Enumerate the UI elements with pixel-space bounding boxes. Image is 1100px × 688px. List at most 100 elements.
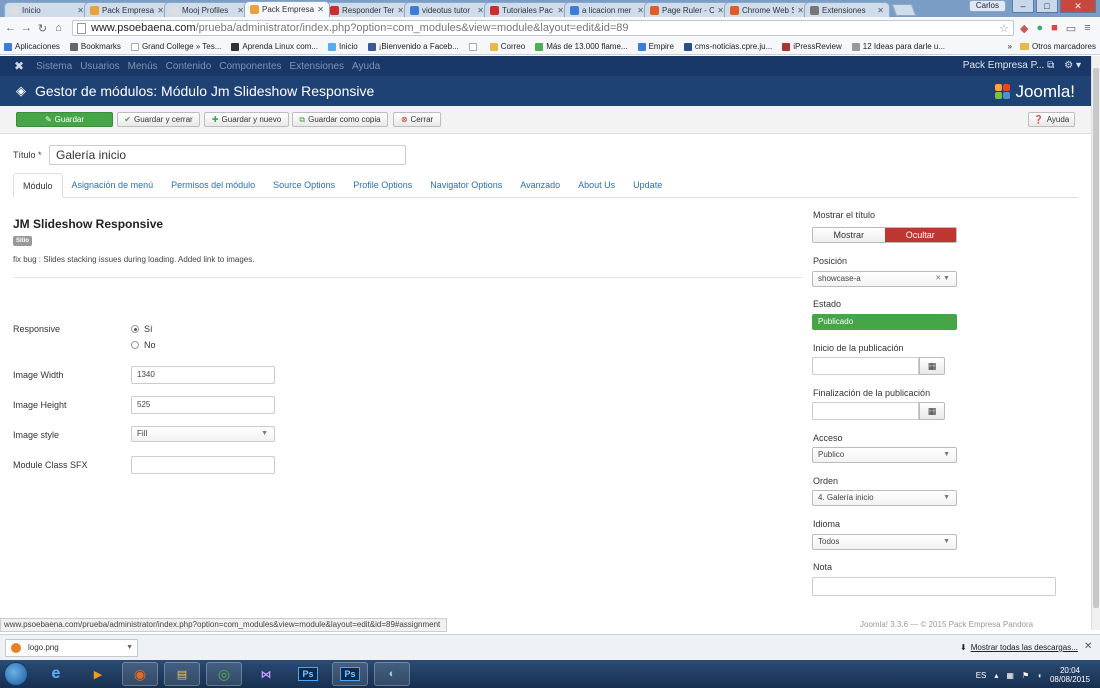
menu-system[interactable]: Sistema xyxy=(36,61,72,72)
minimize-button[interactable]: – xyxy=(1012,0,1034,13)
position-select[interactable]: showcase-a ✕ ▼ xyxy=(812,271,957,287)
browser-tab[interactable]: videotus tutor ✕ xyxy=(404,2,490,17)
home-icon[interactable]: ⌂ xyxy=(52,22,65,34)
bookmark-item[interactable]: Grand College » Tes... xyxy=(130,42,221,51)
close-tab-icon[interactable]: ✕ xyxy=(237,6,244,15)
extension-icon[interactable]: ● xyxy=(1036,22,1043,34)
close-tab-icon[interactable]: ✕ xyxy=(397,6,404,15)
app-icon[interactable]: ⋈ xyxy=(248,662,284,686)
tab-module[interactable]: Módulo xyxy=(13,173,63,198)
browser-tab[interactable]: Inicio ✕ xyxy=(4,2,90,17)
new-tab-button[interactable] xyxy=(891,4,917,16)
bookmark-item[interactable]: ¡Bienvenido a Faceb... xyxy=(367,42,459,51)
publish-down-input[interactable] xyxy=(812,402,919,420)
menu-menus[interactable]: Menús xyxy=(128,61,158,72)
close-tab-icon[interactable]: ✕ xyxy=(157,6,164,15)
bookmark-item[interactable]: iPressReview xyxy=(782,42,842,51)
bookmark-item[interactable]: 12 Ideas para darle u... xyxy=(851,42,945,51)
menu-content[interactable]: Contenido xyxy=(166,61,212,72)
calendar-icon[interactable]: ▦ xyxy=(919,357,945,375)
close-button[interactable]: ⊗ Cerrar xyxy=(393,112,441,127)
close-tab-icon[interactable]: ✕ xyxy=(717,6,724,15)
back-icon[interactable]: ← xyxy=(4,22,17,34)
maximize-button[interactable]: □ xyxy=(1036,0,1058,13)
menu-help[interactable]: Ayuda xyxy=(352,61,380,72)
tab-menu-assignment[interactable]: Asignación de menú xyxy=(63,173,163,198)
media-player-icon[interactable]: ▶ xyxy=(80,662,116,686)
menu-extensions[interactable]: Extensiones xyxy=(290,61,344,72)
close-tab-icon[interactable]: ✕ xyxy=(477,6,484,15)
browser-tab[interactable]: Chrome Web S ✕ xyxy=(724,2,810,17)
image-style-select[interactable]: Fill ▼ xyxy=(131,426,275,442)
scrollbar-thumb[interactable] xyxy=(1093,68,1099,608)
tab-update[interactable]: Update xyxy=(624,173,671,198)
order-select[interactable]: 4. Galería inicio ▼ xyxy=(812,490,957,506)
tab-advanced[interactable]: Avanzado xyxy=(511,173,569,198)
bookmark-item[interactable]: Inicio xyxy=(328,42,358,51)
forward-icon[interactable]: → xyxy=(20,22,33,34)
calendar-icon[interactable]: ▦ xyxy=(919,402,945,420)
save-close-button[interactable]: ✔ Guardar y cerrar xyxy=(117,112,200,127)
show-title-button[interactable]: Mostrar xyxy=(813,228,885,242)
start-button[interactable] xyxy=(4,662,28,686)
bookmark-item[interactable]: Aplicaciones xyxy=(4,42,60,51)
extension-icon[interactable]: ◆ xyxy=(1020,22,1028,35)
access-select[interactable]: Publico ▼ xyxy=(812,447,957,463)
browser-tab[interactable]: Mooj Profiles ✕ xyxy=(164,2,250,17)
responsive-no-radio[interactable]: No xyxy=(131,340,156,350)
address-bar[interactable]: www.psoebaena.com/prueba/administrator/i… xyxy=(72,20,1014,36)
download-item[interactable]: logo.png ▼ xyxy=(5,639,138,657)
close-tab-icon[interactable]: ✕ xyxy=(877,6,884,15)
browser-tab[interactable]: a licacion mer ✕ xyxy=(564,2,650,17)
network-icon[interactable]: ▦ xyxy=(1006,671,1014,680)
bookmark-item[interactable]: Correo xyxy=(489,42,525,51)
title-input[interactable]: Galería inicio xyxy=(49,145,406,165)
tray-up-icon[interactable]: ▴ xyxy=(994,671,998,680)
browser-tab[interactable]: Tutoriales Pac ✕ xyxy=(484,2,570,17)
more-bookmarks-button[interactable]: » xyxy=(1008,42,1012,51)
language-indicator[interactable]: ES xyxy=(976,671,987,680)
save-new-button[interactable]: ✚ Guardar y nuevo xyxy=(204,112,289,127)
browser-tab[interactable]: Pack Empresa ✕ xyxy=(244,1,330,17)
firefox-icon[interactable]: ◉ xyxy=(122,662,158,686)
note-input[interactable] xyxy=(812,577,1056,596)
reload-icon[interactable]: ↻ xyxy=(36,22,49,35)
flag-icon[interactable]: ⚑ xyxy=(1022,671,1029,680)
speaker-icon[interactable]: ◖ xyxy=(1037,671,1042,680)
save-button[interactable]: ✎ Guardar xyxy=(16,112,113,127)
joomla-icon[interactable]: ✖ xyxy=(14,59,24,73)
tab-profile-options[interactable]: Profile Options xyxy=(344,173,421,198)
extension-icon[interactable]: ■ xyxy=(1051,22,1058,34)
menu-users[interactable]: Usuarios xyxy=(80,61,119,72)
photoshop-icon[interactable]: Ps xyxy=(290,662,326,686)
tab-navigator-options[interactable]: Navigator Options xyxy=(421,173,511,198)
tab-source-options[interactable]: Source Options xyxy=(264,173,344,198)
page-scrollbar[interactable] xyxy=(1091,56,1100,630)
clear-chevron-icon[interactable]: ✕ ▼ xyxy=(935,272,950,286)
chevron-down-icon[interactable]: ▼ xyxy=(126,640,133,656)
module-class-sfx-input[interactable] xyxy=(131,456,275,474)
settings-gear-icon[interactable]: ⚙ ▾ xyxy=(1064,60,1081,71)
bookmark-item[interactable] xyxy=(468,42,480,51)
ie-icon[interactable]: e xyxy=(38,662,74,686)
image-height-input[interactable]: 525 xyxy=(131,396,275,414)
chrome-icon[interactable]: ◎ xyxy=(206,662,242,686)
bookmark-item[interactable]: Empire xyxy=(637,42,674,51)
other-bookmarks[interactable]: Otros marcadores xyxy=(1032,42,1096,51)
show-all-downloads-link[interactable]: ⬇ Mostrar todas las descargas... xyxy=(960,643,1078,652)
state-select[interactable]: Publicado xyxy=(812,314,957,330)
close-tab-icon[interactable]: ✕ xyxy=(797,6,804,15)
close-tab-icon[interactable]: ✕ xyxy=(557,6,564,15)
browser-tab[interactable]: Pack Empresa ✕ xyxy=(84,2,170,17)
bookmark-item[interactable]: Bookmarks xyxy=(69,42,121,51)
bookmark-item[interactable]: Aprenda Linux com... xyxy=(231,42,318,51)
hide-title-button[interactable]: Ocultar xyxy=(884,228,956,242)
clock[interactable]: 20:04 08/08/2015 xyxy=(1050,666,1090,684)
menu-icon[interactable]: ≡ xyxy=(1084,22,1090,34)
site-link[interactable]: Pack Empresa P... ⧉ xyxy=(963,60,1054,71)
explorer-icon[interactable]: ▤ xyxy=(164,662,200,686)
responsive-yes-radio[interactable]: Sí xyxy=(131,324,153,334)
photoshop-icon[interactable]: Ps xyxy=(332,662,368,686)
language-select[interactable]: Todos ▼ xyxy=(812,534,957,550)
app-icon[interactable]: ◐ xyxy=(374,662,410,686)
